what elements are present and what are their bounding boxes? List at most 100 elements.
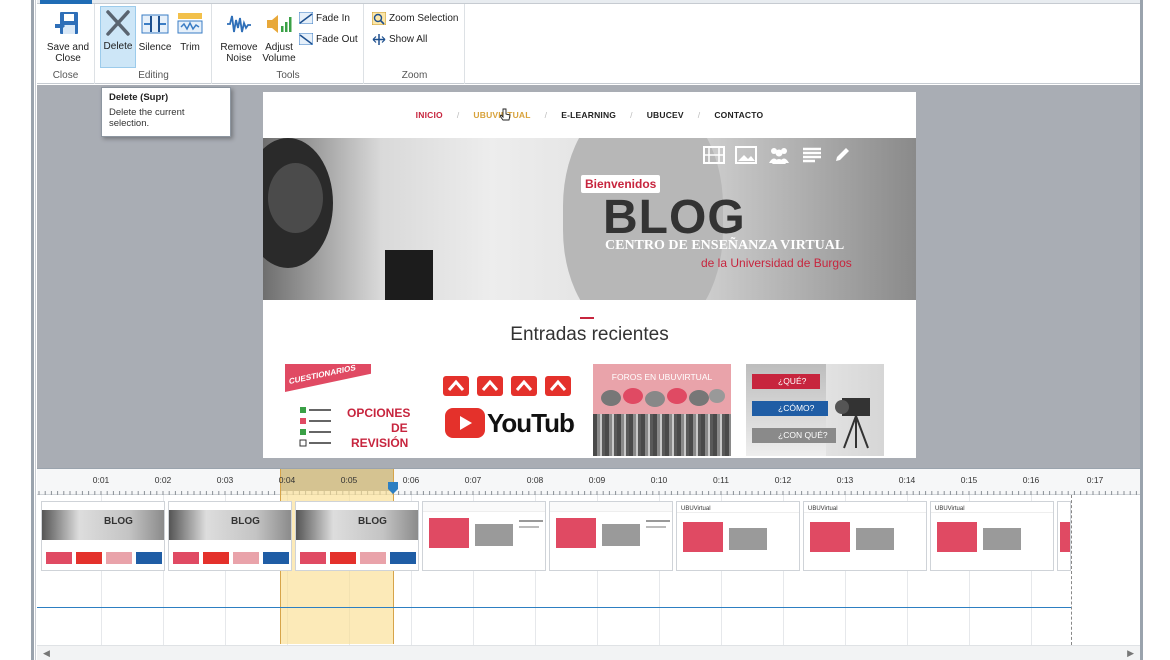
fade-in-icon	[299, 12, 313, 24]
save-and-close-label: Save and Close	[46, 42, 90, 64]
delete-button[interactable]: Delete	[100, 6, 136, 68]
zoom-selection-icon	[372, 11, 386, 25]
fade-out-label: Fade Out	[316, 33, 358, 45]
show-all-icon	[372, 33, 386, 45]
youtube-play-icon	[445, 408, 485, 438]
tick-label: 0:16	[1022, 475, 1040, 485]
adjust-volume-button[interactable]: Adjust Volume	[260, 8, 298, 64]
video-camera-icon	[835, 398, 870, 449]
video-frame-thumbnail	[549, 501, 673, 571]
window-border-left	[31, 0, 34, 660]
window-frame-right	[1140, 0, 1170, 660]
video-frame-thumbnail: UBUVirtual	[676, 501, 800, 571]
card-cuestionarios: CUESTIONARIOS OPCIONES DE REVISIÓN	[285, 364, 423, 456]
tick-label: 0:07	[464, 475, 482, 485]
ruler-ticks	[38, 491, 1137, 495]
trim-label: Trim	[180, 42, 200, 53]
nav-ubucev: UBUCEV	[646, 109, 684, 120]
nav-contacto: CONTACTO	[714, 109, 764, 120]
thumb-blog-text: BLOG	[231, 516, 260, 527]
text-lines-icon	[803, 147, 821, 163]
card-banner: CUESTIONARIOS	[285, 364, 371, 392]
scroll-left-icon[interactable]: ◀	[43, 648, 50, 659]
trim-icon	[177, 13, 203, 34]
video-frame-thumbnail: BLOG	[168, 501, 292, 571]
recent-posts-heading: Entradas recientes	[510, 324, 669, 345]
playhead-marker[interactable]	[388, 482, 398, 494]
video-frame-thumbnail: UBUVirtual	[803, 501, 927, 571]
close-group: Save and Close Close	[37, 4, 95, 84]
save-and-close-button[interactable]: Save and Close	[45, 8, 91, 64]
mouse-cursor-icon	[500, 108, 511, 121]
card-revision: REVISIÓN	[351, 436, 409, 450]
video-track[interactable]: BLOG BLOG BLOG UBUVirtual UBUVirtual UBU…	[37, 501, 1140, 573]
tools-group-label: Tools	[276, 70, 300, 81]
checklist-icon	[299, 407, 331, 447]
fade-out-icon	[299, 33, 313, 45]
camera-body-shape	[268, 163, 323, 233]
card-youtube: YouTube	[441, 364, 575, 456]
card-foros-title: FOROS EN UBUVIRTUAL	[611, 372, 713, 382]
tick-label: 0:17	[1086, 475, 1104, 485]
tick-label: 0:08	[526, 475, 544, 485]
hero-title: BLOG	[603, 191, 746, 244]
window-border-right	[1140, 0, 1143, 660]
close-group-label: Close	[52, 70, 79, 81]
pencil-icon	[836, 148, 849, 161]
tools-group: Remove Noise Adjust Volume Fade In Fade …	[213, 4, 364, 84]
trim-button[interactable]: Trim	[174, 8, 206, 53]
silence-label: Silence	[138, 42, 172, 53]
remove-noise-label: Remove Noise	[220, 42, 258, 64]
hero-subtitle: CENTRO DE ENSEÑANZA VIRTUAL	[605, 238, 845, 253]
tick-label: 0:05	[340, 475, 358, 485]
volume-icon	[267, 15, 292, 33]
recent-accent-line	[580, 317, 594, 319]
sign-que: ¿QUÉ?	[752, 374, 820, 389]
audio-track-line	[37, 607, 1071, 608]
card-de: DE	[391, 421, 408, 435]
timeline-panel[interactable]: 0:01 0:02 0:03 0:04 0:05 0:06 0:07 0:08 …	[37, 468, 1140, 660]
remove-noise-button[interactable]: Remove Noise	[219, 8, 259, 64]
scroll-right-icon[interactable]: ▶	[1127, 648, 1134, 659]
zoom-selection-button[interactable]: Zoom Selection	[372, 10, 458, 26]
tooltip-body: Delete the current selection.	[109, 107, 185, 129]
tick-label: 0:13	[836, 475, 854, 485]
image-icon	[735, 146, 757, 164]
tick-label: 0:06	[402, 475, 420, 485]
fade-in-label: Fade In	[316, 12, 350, 24]
delete-tooltip: Delete (Supr) Delete the current selecti…	[101, 87, 231, 137]
silence-button[interactable]: Silence	[138, 8, 172, 53]
video-frame-thumbnail	[422, 501, 546, 571]
crowd-image	[593, 414, 731, 456]
preview-webpage: INICIO / UBUVIRTUAL / E-LEARNING / UBUCE…	[263, 92, 916, 458]
tick-label: 0:11	[713, 475, 729, 485]
tooltip-title: Delete (Supr)	[109, 92, 169, 103]
card-que-como: ¿QUÉ? ¿CÓMO? ¿CON QUÉ?	[746, 364, 884, 456]
tick-label: 0:02	[154, 475, 172, 485]
video-frame-thumbnail	[1057, 501, 1071, 571]
timeline-horizontal-scrollbar[interactable]: ◀ ▶	[37, 645, 1140, 660]
nav-elearning: E-LEARNING	[561, 109, 617, 120]
nav-inicio: INICIO	[415, 109, 443, 120]
users-icon	[769, 148, 789, 164]
fade-out-button[interactable]: Fade Out	[299, 31, 358, 47]
delete-x-icon	[106, 10, 130, 36]
card-foros: FOROS EN UBUVIRTUAL	[593, 364, 731, 456]
tick-label: 0:15	[960, 475, 978, 485]
background-object	[385, 250, 433, 300]
video-frame-thumbnail: UBUVirtual	[930, 501, 1054, 571]
tick-label: 0:09	[588, 475, 606, 485]
thumb-blog-text: BLOG	[358, 516, 387, 527]
tick-label: 0:04	[278, 475, 296, 485]
tick-label: 0:12	[774, 475, 792, 485]
tick-label: 0:03	[216, 475, 234, 485]
zoom-group: Zoom Selection Show All Zoom	[365, 4, 465, 84]
remove-noise-icon	[227, 15, 251, 33]
tick-label: 0:10	[650, 475, 668, 485]
site-nav: INICIO / UBUVIRTUAL / E-LEARNING / UBUCE…	[263, 92, 916, 137]
youtube-wordmark: YouTube	[487, 408, 575, 438]
film-icon	[703, 146, 725, 164]
show-all-button[interactable]: Show All	[372, 31, 427, 47]
fade-in-button[interactable]: Fade In	[299, 10, 350, 26]
tick-label: 0:14	[898, 475, 916, 485]
